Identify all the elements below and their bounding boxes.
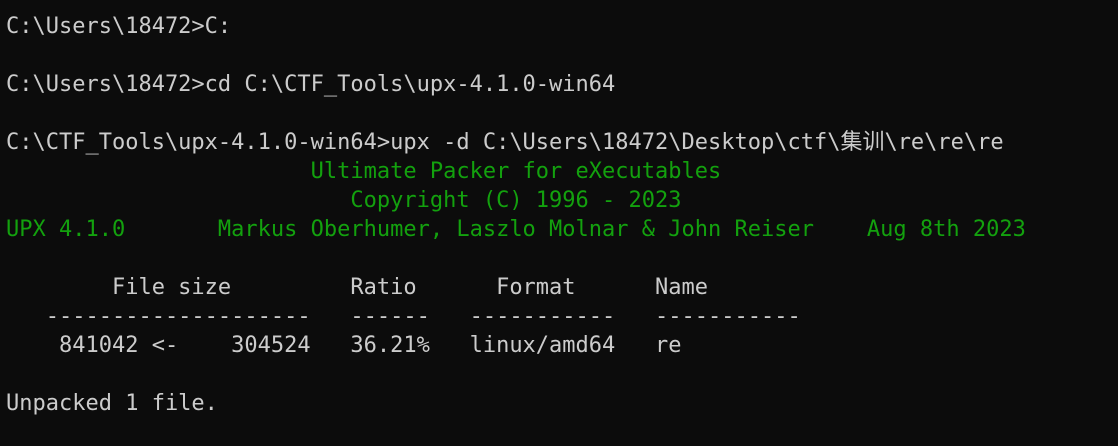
terminal-window[interactable]: C:\Users\18472>C: C:\Users\18472>cd C:\C… bbox=[0, 0, 1118, 446]
result-table-row: 841042 <- 304524 36.21% linux/amd64 re bbox=[6, 333, 682, 358]
upx-banner-version-authors: UPX 4.1.0 Markus Oberhumer, Laszlo Molna… bbox=[6, 217, 1026, 242]
prompt-line-cd-command: C:\Users\18472>cd C:\CTF_Tools\upx-4.1.0… bbox=[6, 72, 616, 97]
result-table-separator: -------------------- ------ ----------- … bbox=[6, 304, 801, 329]
result-table-header: File size Ratio Format Name bbox=[6, 275, 708, 300]
upx-banner-title: Ultimate Packer for eXecutables bbox=[6, 159, 722, 184]
upx-banner-copyright: Copyright (C) 1996 - 2023 bbox=[6, 188, 682, 213]
prompt-line-drive-switch: C:\Users\18472>C: bbox=[6, 14, 232, 39]
unpacked-summary: Unpacked 1 file. bbox=[6, 391, 218, 416]
prompt-line-upx-command: C:\CTF_Tools\upx-4.1.0-win64>upx -d C:\U… bbox=[6, 130, 1004, 155]
